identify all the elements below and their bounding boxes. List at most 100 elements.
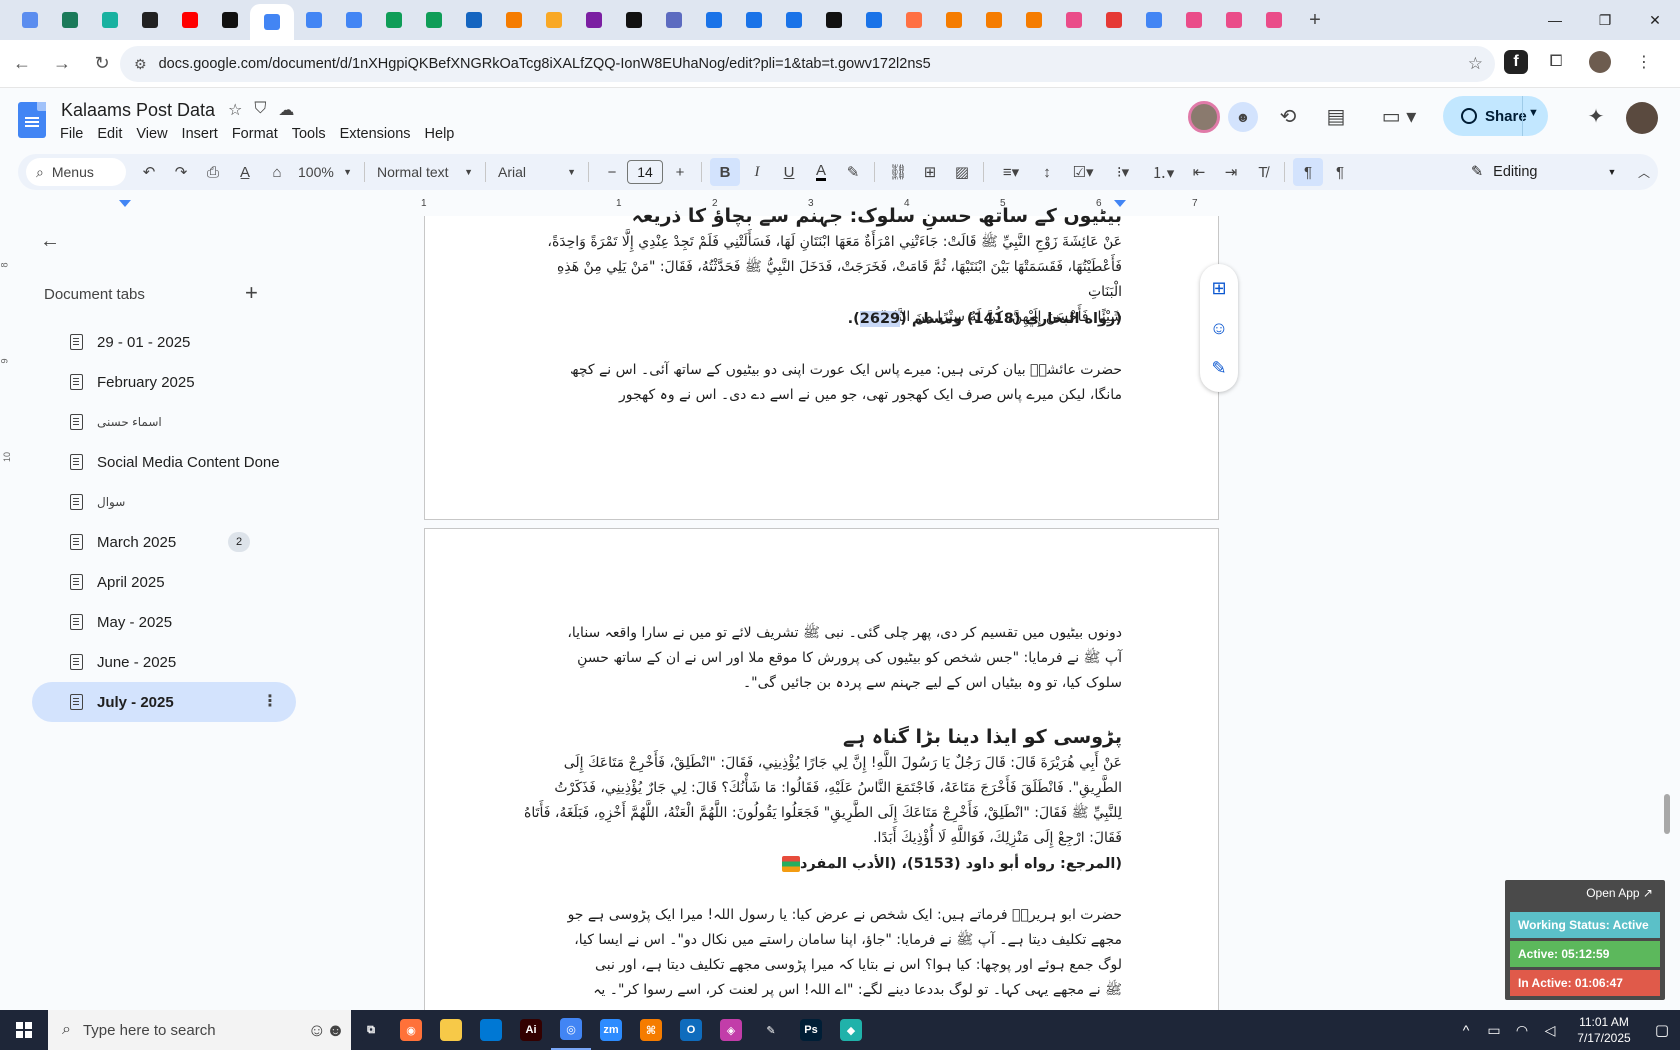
- close-icon[interactable]: ✕: [1630, 0, 1680, 40]
- browser-tab[interactable]: [534, 4, 574, 36]
- share-dropdown-icon[interactable]: ▼: [1528, 107, 1539, 119]
- illustrator-icon[interactable]: Ai: [511, 1010, 551, 1050]
- add-comment-icon[interactable]: ⊞: [915, 158, 945, 186]
- text-color-icon[interactable]: A: [806, 158, 836, 186]
- font-dropdown[interactable]: Arial ▼: [492, 158, 582, 186]
- back-icon[interactable]: ←: [4, 46, 40, 82]
- new-tab-icon[interactable]: +: [1300, 5, 1330, 35]
- task-view-icon[interactable]: ⧉: [351, 1010, 391, 1050]
- browser-tab[interactable]: [494, 4, 534, 36]
- extensions-puzzle-icon[interactable]: ⧠: [1540, 46, 1572, 78]
- ltr-text-icon[interactable]: ¶: [1325, 158, 1355, 186]
- browser-tab[interactable]: [374, 4, 414, 36]
- browser-tab[interactable]: [974, 4, 1014, 36]
- browser-tab[interactable]: [1254, 4, 1294, 36]
- document-tab[interactable]: March 2025 2: [32, 522, 296, 562]
- menu-view[interactable]: View: [129, 124, 174, 144]
- increase-indent-icon[interactable]: ⇥: [1216, 158, 1246, 186]
- style-dropdown[interactable]: Normal text ▼: [371, 158, 479, 186]
- user-avatar[interactable]: [1626, 102, 1658, 134]
- back-arrow-icon[interactable]: ←: [40, 230, 60, 253]
- extension-f-icon[interactable]: f: [1504, 50, 1528, 74]
- menu-edit[interactable]: Edit: [90, 124, 129, 144]
- star-icon[interactable]: ☆: [228, 100, 242, 120]
- chrome-menu-icon[interactable]: ⋮: [1628, 46, 1660, 78]
- menu-insert[interactable]: Insert: [175, 124, 225, 144]
- browser-tab[interactable]: [250, 4, 294, 40]
- insert-image-icon[interactable]: ▨: [947, 158, 977, 186]
- chevron-up-icon[interactable]: ︿: [1630, 158, 1658, 186]
- url-bar[interactable]: ⚙ docs.google.com/document/d/1nXHgpiQKBe…: [120, 46, 1495, 82]
- browser-tab[interactable]: [894, 4, 934, 36]
- checklist-icon[interactable]: ☑▾: [1064, 158, 1102, 186]
- windows-start-icon[interactable]: [0, 1010, 48, 1050]
- document-page[interactable]: دونوں بیٹیوں میں تقسیم کر دی، پھر چلی گئ…: [424, 528, 1219, 1010]
- document-tab[interactable]: May - 2025: [32, 602, 296, 642]
- chrome-icon[interactable]: ◎: [551, 1010, 591, 1050]
- spellcheck-icon[interactable]: A̲: [230, 158, 260, 186]
- bulleted-list-icon[interactable]: ⁝▾: [1104, 158, 1142, 186]
- add-tab-icon[interactable]: +: [245, 280, 258, 306]
- browser-tab[interactable]: [210, 4, 250, 36]
- menu-format[interactable]: Format: [225, 124, 285, 144]
- browser-tab[interactable]: [1094, 4, 1134, 36]
- browser-tab[interactable]: [934, 4, 974, 36]
- italic-icon[interactable]: I: [742, 158, 772, 186]
- increase-font-size-icon[interactable]: +: [665, 158, 695, 186]
- outlook-icon[interactable]: O: [671, 1010, 711, 1050]
- browser-tab[interactable]: [814, 4, 854, 36]
- left-indent-marker-icon[interactable]: [119, 200, 131, 207]
- underline-icon[interactable]: U: [774, 158, 804, 186]
- reload-icon[interactable]: ↻: [84, 46, 120, 82]
- browser-tab[interactable]: [50, 4, 90, 36]
- firefox-icon[interactable]: ◉: [391, 1010, 431, 1050]
- wifi-icon[interactable]: ◠: [1508, 1022, 1536, 1039]
- insert-link-icon[interactable]: ⛓: [883, 158, 913, 186]
- decrease-font-size-icon[interactable]: −: [597, 158, 627, 186]
- chevron-up-icon[interactable]: ^: [1452, 1022, 1480, 1038]
- google-docs-logo-icon[interactable]: [18, 102, 46, 138]
- menu-help[interactable]: Help: [418, 124, 462, 144]
- highlight-icon[interactable]: ✎: [838, 158, 868, 186]
- orange-app-icon[interactable]: ⌘: [631, 1010, 671, 1050]
- vscode-icon[interactable]: [471, 1010, 511, 1050]
- browser-tab[interactable]: [694, 4, 734, 36]
- add-comment-icon[interactable]: ⊞: [1207, 276, 1231, 300]
- browser-tab[interactable]: [294, 4, 334, 36]
- clock[interactable]: 11:01 AM 7/17/2025: [1564, 1014, 1644, 1046]
- gemini-sparkle-icon[interactable]: ✦: [1578, 98, 1614, 134]
- bold-icon[interactable]: B: [710, 158, 740, 186]
- browser-tab[interactable]: [454, 4, 494, 36]
- document-tab[interactable]: April 2025: [32, 562, 296, 602]
- menu-extensions[interactable]: Extensions: [333, 124, 418, 144]
- teal-app-icon[interactable]: ◆: [831, 1010, 871, 1050]
- browser-tab[interactable]: [1134, 4, 1174, 36]
- document-tab[interactable]: اسماء حسنی: [32, 402, 296, 442]
- clear-formatting-icon[interactable]: T̸: [1248, 158, 1278, 186]
- editing-mode-dropdown[interactable]: ✎ Editing ▼: [1471, 154, 1616, 190]
- search-menus-input[interactable]: ⌕ Menus: [26, 158, 126, 186]
- scrollbar-thumb[interactable]: [1664, 794, 1670, 834]
- browser-tab[interactable]: [854, 4, 894, 36]
- notifications-icon[interactable]: ▢: [1644, 1021, 1680, 1039]
- line-spacing-icon[interactable]: ↕: [1032, 158, 1062, 186]
- align-icon[interactable]: ≡▾: [992, 158, 1030, 186]
- move-icon[interactable]: ⛉: [254, 100, 266, 120]
- browser-tab[interactable]: [734, 4, 774, 36]
- browser-tab[interactable]: [574, 4, 614, 36]
- rtl-text-icon[interactable]: ¶: [1293, 158, 1323, 186]
- browser-tab[interactable]: [614, 4, 654, 36]
- battery-icon[interactable]: ▭: [1480, 1022, 1508, 1039]
- browser-tab[interactable]: [10, 4, 50, 36]
- browser-tab[interactable]: [1174, 4, 1214, 36]
- document-tab[interactable]: سوال: [32, 482, 296, 522]
- share-button[interactable]: Share ▼: [1443, 96, 1548, 136]
- more-options-icon[interactable]: ⋮: [262, 691, 278, 711]
- browser-tab[interactable]: [170, 4, 210, 36]
- volume-icon[interactable]: ◁: [1536, 1022, 1564, 1039]
- paint-format-icon[interactable]: ⌂: [262, 158, 292, 186]
- browser-tab[interactable]: [334, 4, 374, 36]
- profile-avatar-icon[interactable]: [1584, 46, 1616, 78]
- redo-icon[interactable]: ↷: [166, 158, 196, 186]
- menu-file[interactable]: File: [53, 124, 90, 144]
